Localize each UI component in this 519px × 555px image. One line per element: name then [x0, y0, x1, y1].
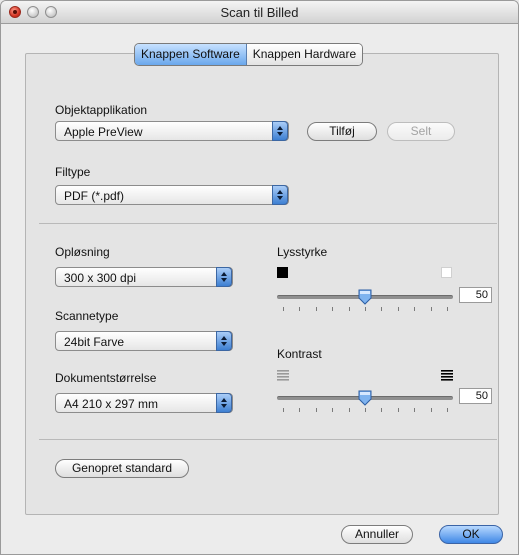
target-app-popup[interactable]: Apple PreView: [55, 121, 289, 141]
slider-tick: [430, 408, 432, 412]
slider-tick: [332, 307, 334, 311]
contrast-slider-thumb[interactable]: [358, 390, 372, 406]
file-type-value: PDF (*.pdf): [64, 189, 125, 203]
slider-tick: [414, 307, 416, 311]
add-app-button[interactable]: Tilføj: [307, 122, 377, 141]
slider-tick: [348, 307, 350, 311]
slider-tick: [397, 408, 399, 412]
slider-tick: [397, 307, 399, 311]
cancel-button[interactable]: Annuller: [341, 525, 413, 544]
slider-tick: [315, 307, 317, 311]
slider-tick: [447, 408, 448, 412]
title-bar: Scan til Billed: [1, 1, 518, 24]
slider-tick: [414, 408, 416, 412]
popup-arrows-icon: [216, 393, 232, 413]
contrast-label: Kontrast: [277, 347, 322, 361]
slider-tick: [365, 408, 366, 412]
light-square-icon: [441, 267, 452, 278]
tab-hardware[interactable]: Knappen Hardware: [246, 44, 363, 65]
slider-tick: [315, 408, 317, 412]
document-size-value: A4 210 x 297 mm: [64, 397, 159, 411]
target-app-label: Objektapplikation: [55, 103, 148, 117]
section-divider: [39, 223, 497, 224]
contrast-value-field[interactable]: 50: [459, 388, 492, 404]
brightness-label: Lysstyrke: [277, 245, 328, 259]
slider-tick: [348, 408, 350, 412]
target-app-value: Apple PreView: [64, 125, 143, 139]
tab-software[interactable]: Knappen Software: [135, 44, 247, 65]
resolution-popup[interactable]: 300 x 300 dpi: [55, 267, 233, 287]
document-size-popup[interactable]: A4 210 x 297 mm: [55, 393, 233, 413]
window-title: Scan til Billed: [220, 5, 299, 20]
popup-arrows-icon: [272, 121, 288, 141]
document-size-label: Dokumentstørrelse: [55, 371, 157, 385]
slider-tick: [381, 307, 383, 311]
slider-tick: [381, 408, 383, 412]
slider-tick: [283, 408, 284, 412]
file-type-label: Filtype: [55, 165, 91, 179]
slider-tick: [283, 307, 284, 311]
resolution-label: Opløsning: [55, 245, 110, 259]
slider-tick: [447, 307, 448, 311]
scan-type-popup[interactable]: 24bit Farve: [55, 331, 233, 351]
slider-tick: [332, 408, 334, 412]
popup-arrows-icon: [216, 267, 232, 287]
slider-tick: [365, 307, 366, 311]
low-contrast-icon: [277, 370, 289, 381]
scan-type-label: Scannetype: [55, 309, 119, 323]
ok-button[interactable]: OK: [439, 525, 503, 544]
delete-app-button: Selt: [387, 122, 455, 141]
brightness-slider-thumb[interactable]: [358, 289, 372, 305]
brightness-value-field[interactable]: 50: [459, 287, 492, 303]
dark-square-icon: [277, 267, 288, 278]
scan-type-value: 24bit Farve: [64, 335, 125, 349]
popup-arrows-icon: [216, 331, 232, 351]
dialog-window: Scan til Billed Knappen Software Knappen…: [0, 0, 519, 555]
section-divider: [39, 439, 497, 440]
slider-tick: [299, 408, 301, 412]
slider-tick: [299, 307, 301, 311]
slider-tick: [430, 307, 432, 311]
resolution-value: 300 x 300 dpi: [64, 271, 137, 285]
popup-arrows-icon: [272, 185, 288, 205]
tab-bar: Knappen Software Knappen Hardware: [134, 43, 364, 66]
high-contrast-icon: [441, 370, 453, 381]
restore-defaults-button[interactable]: Genopret standard: [55, 459, 189, 478]
file-type-popup[interactable]: PDF (*.pdf): [55, 185, 289, 205]
